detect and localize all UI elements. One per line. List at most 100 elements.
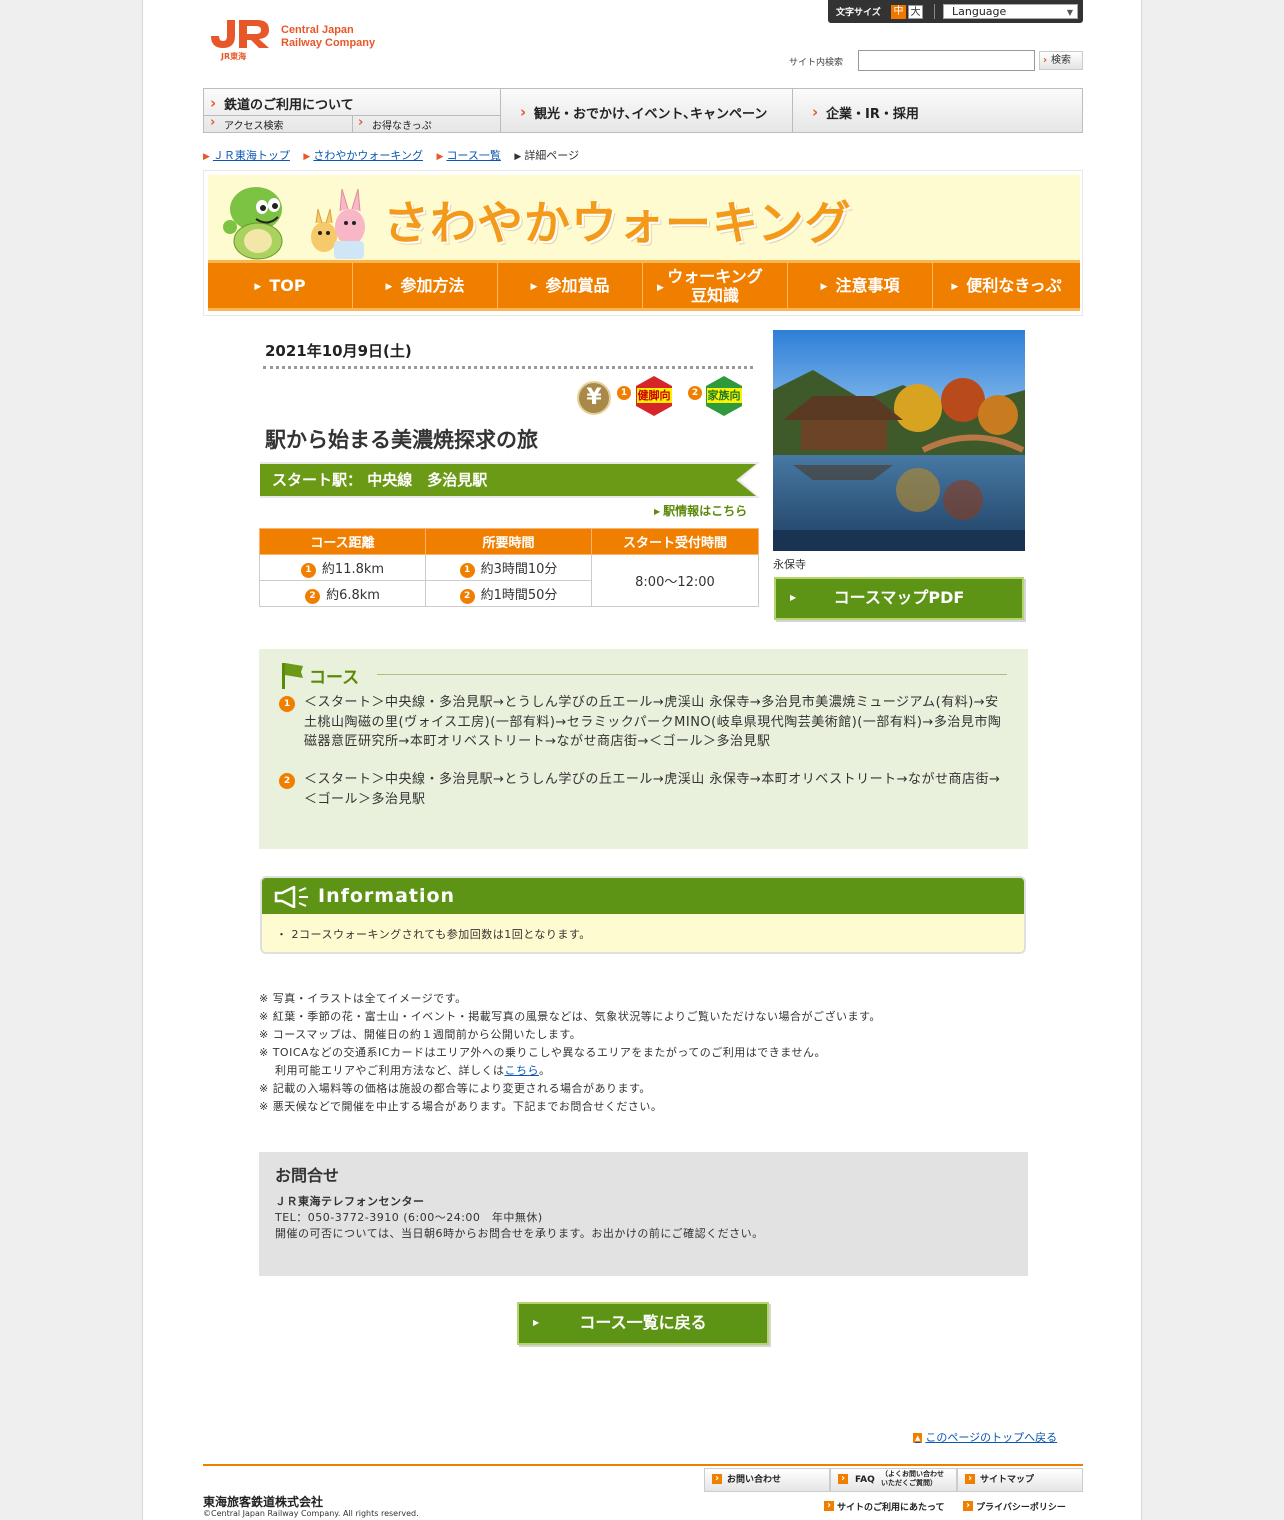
search-label: サイト内検索 — [789, 58, 844, 68]
duration-value: 約3時間10分 — [480, 561, 558, 577]
distance-cell: 2 約6.8km — [259, 580, 426, 607]
menu-cautions[interactable]: ▶ 注意事項 — [788, 263, 933, 308]
jr-logo-icon[interactable] — [209, 16, 271, 50]
station-info-link[interactable]: 駅情報はこちら — [654, 502, 747, 519]
nav-access-search[interactable]: アクセス検索 — [204, 115, 352, 132]
col-duration: 所要時間 — [425, 528, 592, 555]
menu-how-to-join[interactable]: ▶ 参加方法 — [353, 263, 498, 308]
footer-terms-link[interactable]: サイトのご利用にあたって — [824, 1500, 945, 1513]
note-line: ※ 悪天候などで開催を中止する場合があります。下記までお問合せください。 — [259, 1100, 663, 1113]
course-table: コース距離 所要時間 スタート受付時間 1 約11.8km 1 約3時間10分 8:… — [259, 528, 759, 607]
search-input[interactable] — [858, 50, 1035, 71]
footer-faq-button[interactable]: FAQ （よくお問い合わせいただくご質問） — [830, 1468, 957, 1492]
note-line: ※ 写真・イラストは全てイメージです。 — [259, 992, 467, 1005]
breadcrumb-sawayaka[interactable]: さわやかウォーキング — [313, 149, 423, 162]
footer-privacy-link[interactable]: プライバシーポリシー — [963, 1500, 1066, 1513]
menu-useful-tickets[interactable]: ▶ 便利なきっぷ — [933, 263, 1080, 308]
page-top-link[interactable]: このページのトップへ戻る — [913, 1429, 1057, 1445]
course-number-icon: 1 — [459, 562, 475, 578]
duration-cell: 2 約1時間50分 — [425, 580, 592, 607]
contact-box: お問合せ ＪＲ東海テレフォンセンター TEL：050-3772-3910 (6:… — [259, 1152, 1028, 1276]
col-reception: スタート受付時間 — [591, 528, 759, 555]
arrow-icon: ▶ — [657, 283, 664, 293]
global-nav: 鉄道のご利用について アクセス検索 お得なきっぷ 観光・おでかけ､イベント､キャ… — [203, 88, 1083, 133]
contact-note: 開催の可否については、当日朝6時からお問合せを承ります。お出かけの前にご確認くだ… — [275, 1227, 764, 1240]
duration-value: 約1時間50分 — [480, 587, 558, 603]
information-box: Information ・ 2コースウォーキングされても参加回数は1回となります… — [260, 876, 1026, 954]
course-number-icon: 2 — [459, 588, 475, 604]
chevron-down-icon: ▼ — [1066, 8, 1073, 17]
faq-sub2: いただくご質問） — [881, 1479, 937, 1487]
contact-center: ＪＲ東海テレフォンセンター — [275, 1195, 425, 1208]
event-date: 2021年10月9日(土) — [265, 342, 412, 360]
divider — [500, 89, 501, 132]
company-name-line2: Railway Company — [281, 37, 376, 49]
nav-tourism[interactable]: 観光・おでかけ､イベント､キャンペーン — [514, 103, 767, 122]
route-2: ＜スタート＞中央線・多治見駅→とうしん学びの丘エール→虎渓山 永保寺→本町オリベ… — [304, 772, 1001, 807]
table-header-row: コース距離 所要時間 スタート受付時間 — [259, 528, 759, 555]
arrow-icon: ▶ — [514, 152, 522, 162]
route-1: ＜スタート＞中央線・多治見駅→とうしん学びの丘エール→虎渓山 永保寺→多治見市美… — [304, 695, 1002, 749]
course-title: コース — [309, 668, 360, 688]
language-select[interactable]: Language ▼ — [943, 4, 1078, 19]
company-name-line1: Central Japan — [281, 24, 354, 36]
notes: ※ 写真・イラストは全てイメージです。 ※ 紅葉・季節の花・富士山・イベント・掲… — [259, 990, 881, 1116]
footer-contact-button[interactable]: お問い合わせ — [704, 1468, 830, 1492]
faq-sublabel: （よくお問い合わせ いただくご質問） — [881, 1470, 944, 1488]
menu-prizes[interactable]: ▶ 参加賞品 — [498, 263, 643, 308]
note-text: 利用可能エリアやご利用方法など、詳しくは — [275, 1064, 505, 1077]
breadcrumb-current: 詳細ページ — [524, 149, 580, 162]
yen-fee-icon: ¥ — [577, 381, 611, 415]
distance-cell: 1 約11.8km — [259, 554, 426, 581]
menu-walking-tips-label2: 豆知識 — [690, 286, 739, 305]
note-line: ※ 紅葉・季節の花・富士山・イベント・掲載写真の風景などは、気象状況等によりご覧… — [259, 1010, 881, 1023]
footer-sitemap-button[interactable]: サイトマップ — [957, 1468, 1083, 1492]
menu-top-label: TOP — [269, 276, 306, 295]
font-size-medium-button[interactable]: 中 — [891, 5, 906, 19]
col-distance: コース距離 — [259, 528, 426, 555]
route-number-icon: 1 — [279, 696, 295, 712]
experienced-walkers-badge: 健脚向 — [636, 376, 672, 416]
font-size-large-button[interactable]: 大 — [908, 5, 923, 19]
note-line: ※ TOICAなどの交通系ICカードはエリア外への乗りこしや異なるエリアをまたが… — [259, 1046, 826, 1059]
table-row: 1 約11.8km 1 約3時間10分 8:00～12:00 — [259, 554, 759, 607]
faq-sub1: （よくお問い合わせ — [881, 1470, 944, 1478]
route-number-icon: 2 — [279, 773, 295, 789]
note-line: ※ コースマップは、開催日の約１週間前から公開いたします。 — [259, 1028, 582, 1041]
breadcrumb-jr-top[interactable]: ＪＲ東海トップ — [213, 149, 290, 162]
faq-label: FAQ — [855, 1475, 875, 1485]
nav-discount-tickets[interactable]: お得なきっぷ — [352, 115, 500, 132]
course-section: コース 1 ＜スタート＞中央線・多治見駅→とうしん学びの丘エール→虎渓山 永保寺… — [259, 649, 1028, 849]
copyright: ©Central Japan Railway Company. All righ… — [203, 1509, 419, 1518]
language-label: Language — [952, 5, 1007, 18]
banner-header: さわやかウォーキング — [208, 175, 1080, 261]
nav-corporate[interactable]: 企業・IR・採用 — [806, 103, 919, 122]
arrow-icon: ▶ — [820, 282, 828, 292]
badge-label: 健脚向 — [636, 388, 672, 403]
font-size-label: 文字サイズ — [836, 8, 881, 18]
course-map-pdf-button[interactable]: コースマップPDF — [774, 577, 1024, 620]
ic-card-details-link[interactable]: こちら — [504, 1064, 539, 1077]
arrow-icon: ▶ — [303, 152, 311, 162]
search-button[interactable]: 検索 — [1039, 51, 1083, 70]
breadcrumb-course-list[interactable]: コース一覧 — [446, 149, 500, 162]
mascot-illustration-icon — [223, 187, 365, 260]
sawayaka-menu: ▶ TOP ▶ 参加方法 ▶ 参加賞品 ▶ ウォーキング 豆知識 ▶ 注意事項 ▶ 便利なき… — [208, 260, 1080, 311]
course-number-icon: 1 — [300, 562, 316, 578]
arrow-icon: ▶ — [436, 152, 444, 162]
divider — [377, 674, 1007, 675]
distance-value: 約11.8km — [321, 561, 385, 577]
note-line: ※ 記載の入場料等の価格は施設の都合等により変更される場合があります。 — [259, 1082, 651, 1095]
nav-railway[interactable]: 鉄道のご利用について — [204, 94, 500, 116]
flag-icon — [282, 663, 303, 689]
page: JR東海 Central Japan Railway Company 文字サイズ… — [142, 0, 1142, 1520]
badge-label: 家族向 — [706, 388, 742, 403]
information-text: ・ 2コースウォーキングされても参加回数は1回となります。 — [276, 928, 591, 941]
duration-cell: 1 約3時間10分 — [425, 554, 592, 581]
menu-top[interactable]: ▶ TOP — [208, 263, 353, 308]
menu-prizes-label: 参加賞品 — [545, 276, 610, 295]
back-to-course-list-button[interactable]: コース一覧に戻る — [517, 1302, 769, 1345]
menu-walking-tips[interactable]: ▶ ウォーキング 豆知識 — [643, 263, 788, 308]
menu-how-to-join-label: 参加方法 — [400, 276, 465, 295]
course-number-badge: 1 — [617, 386, 631, 400]
